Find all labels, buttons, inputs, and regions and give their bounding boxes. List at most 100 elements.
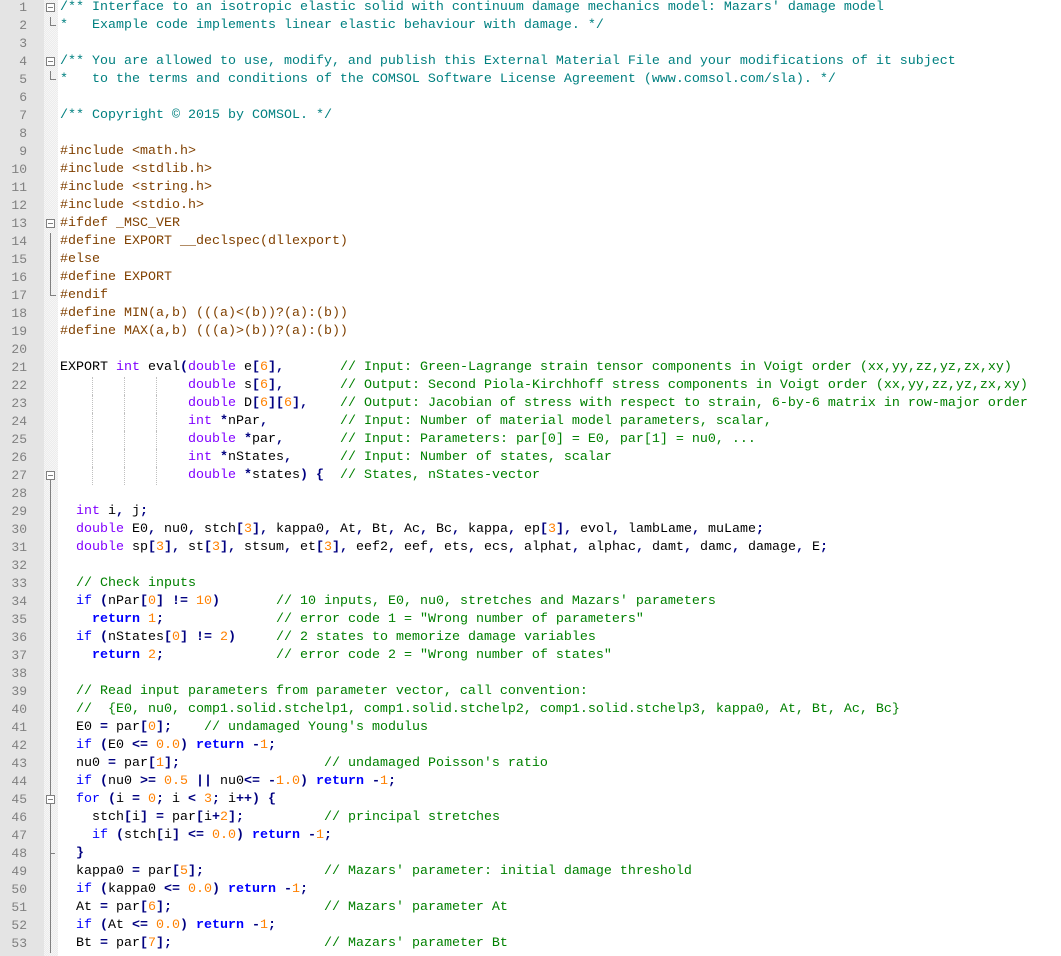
fold-marker [44,575,58,593]
code-text: #define MAX(a,b) (((a)>(b))?(a):(b)) [60,323,348,341]
code-line[interactable]: 4 /** You are allowed to use, modify, and… [0,53,1061,71]
text-token: i [116,792,124,807]
code-line[interactable]: 23 double D[6][6], // Output: Jacobian o… [0,395,1061,413]
pre-token: #define EXPORT [60,270,172,285]
code-line[interactable]: 12 #include <stdio.h> [0,197,1061,215]
code-line[interactable]: 16 #define EXPORT [0,269,1061,287]
code-line[interactable]: 36 if (nStates[0] != 2) // 2 states to m… [0,629,1061,647]
num-token: 0.0 [156,738,180,753]
code-line[interactable]: 10 #include <stdlib.h> [0,161,1061,179]
code-line[interactable]: 8 [0,125,1061,143]
code-line[interactable]: 21 EXPORT int eval(double e[6], // Input:… [0,359,1061,377]
code-line[interactable]: 20 [0,341,1061,359]
op-token: < [132,918,140,933]
text-token: nu0 [164,522,188,537]
num-token: 0 [148,594,156,609]
code-line[interactable]: 50 if (kappa0 <= 0.0) return -1; [0,881,1061,899]
code-line[interactable]: 2 * Example code implements linear elasti… [0,17,1061,35]
code-line[interactable]: 43 nu0 = par[1]; // undamaged Poisson's … [0,755,1061,773]
op-token: [ [275,396,284,411]
code-line[interactable]: 51 At = par[6]; // Mazars' parameter At [0,899,1061,917]
code-line[interactable]: 40 // {E0, nu0, comp1.solid.stchelp1, co… [0,701,1061,719]
op-token: [ [164,630,172,645]
code-line[interactable]: 47 if (stch[i] <= 0.0) return -1; [0,827,1061,845]
fold-collapse-icon[interactable] [46,471,55,480]
fold-marker[interactable] [44,467,58,485]
code-line[interactable]: 37 return 2; // error code 2 = "Wrong nu… [0,647,1061,665]
code-line[interactable]: 28 [0,485,1061,503]
code-line[interactable]: 53 Bt = par[7]; // Mazars' parameter Bt [0,935,1061,953]
code-line[interactable]: 49 kappa0 = par[5]; // Mazars' parameter… [0,863,1061,881]
code-line[interactable]: 24 int *nPar, // Input: Number of materi… [0,413,1061,431]
code-line[interactable]: 41 E0 = par[0]; // undamaged Young's mod… [0,719,1061,737]
fold-marker[interactable] [44,53,58,71]
code-editor[interactable]: 1 /** Interface to an isotropic elastic s… [0,0,1061,953]
code-line[interactable]: 1 /** Interface to an isotropic elastic s… [0,0,1061,17]
code-line[interactable]: 29 int i, j; [0,503,1061,521]
code-line[interactable]: 46 stch[i] = par[i+2]; // principal stre… [0,809,1061,827]
code-line[interactable]: 26 int *nStates, // Input: Number of sta… [0,449,1061,467]
code-line[interactable]: 14 #define EXPORT __declspec(dllexport) [0,233,1061,251]
code-line[interactable]: 25 double *par, // Input: Parameters: pa… [0,431,1061,449]
code-line[interactable]: 52 if (At <= 0.0) return -1; [0,917,1061,935]
fold-marker[interactable] [44,215,58,233]
code-line[interactable]: 7 /** Copyright © 2015 by COMSOL. */ [0,107,1061,125]
code-line[interactable]: 30 double E0, nu0, stch[3], kappa0, At, … [0,521,1061,539]
text-token: ets [444,540,468,555]
line-number: 7 [19,108,27,123]
code-line[interactable]: 34 if (nPar[0] != 10) // 10 inputs, E0, … [0,593,1061,611]
code-text: int i, j; [60,503,148,521]
code-line[interactable]: 38 [0,665,1061,683]
line-number: 18 [11,306,27,321]
kw-token: for [76,792,100,807]
fold-collapse-icon[interactable] [46,57,55,66]
fold-marker[interactable] [44,0,58,17]
code-line[interactable]: 45 for (i = 0; i < 3; i++) { [0,791,1061,809]
code-line[interactable]: 19 #define MAX(a,b) (((a)>(b))?(a):(b)) [0,323,1061,341]
type-token: double [188,360,236,375]
fold-collapse-icon[interactable] [46,795,55,804]
kw-token: if [76,594,92,609]
code-line[interactable]: 27 double *states) { // States, nStates-… [0,467,1061,485]
fold-marker [44,611,58,629]
fold-collapse-icon[interactable] [46,3,55,12]
code-line[interactable]: 11 #include <string.h> [0,179,1061,197]
fold-marker [44,935,58,953]
code-line[interactable]: 31 double sp[3], st[3], stsum, et[3], ee… [0,539,1061,557]
code-line[interactable]: 42 if (E0 <= 0.0) return -1; [0,737,1061,755]
op-token: , [508,540,516,555]
code-line[interactable]: 39 // Read input parameters from paramet… [0,683,1061,701]
line-number: 28 [11,486,27,501]
text-token: sp [132,540,148,555]
code-line[interactable]: 32 [0,557,1061,575]
code-text: /** You are allowed to use, modify, and … [60,53,956,71]
code-line[interactable]: 33 // Check inputs [0,575,1061,593]
code-line[interactable]: 5 * to the terms and conditions of the CO… [0,71,1061,89]
fold-marker[interactable] [44,791,58,809]
code-line[interactable]: 15 #else [0,251,1061,269]
code-text: // Read input parameters from parameter … [60,683,588,701]
code-line[interactable]: 35 return 1; // error code 1 = "Wrong nu… [0,611,1061,629]
code-line[interactable]: 48 } [0,845,1061,863]
kw-token: if [92,828,108,843]
code-line[interactable]: 17 #endif [0,287,1061,305]
op-token: ) [212,882,220,897]
code-line[interactable]: 22 double s[6], // Output: Second Piola-… [0,377,1061,395]
code-line[interactable]: 3 [0,35,1061,53]
code-line[interactable]: 13 #ifdef _MSC_VER [0,215,1061,233]
code-line[interactable]: 6 [0,89,1061,107]
code-line[interactable]: 44 if (nu0 >= 0.5 || nu0<= -1.0) return … [0,773,1061,791]
code-line[interactable]: 18 #define MIN(a,b) (((a)<(b))?(a):(b)) [0,305,1061,323]
fold-collapse-icon[interactable] [46,219,55,228]
op-token: , [260,522,268,537]
text-token: alphat [524,540,572,555]
code-line[interactable]: 9 #include <math.h> [0,143,1061,161]
op-token: ] [180,630,188,645]
